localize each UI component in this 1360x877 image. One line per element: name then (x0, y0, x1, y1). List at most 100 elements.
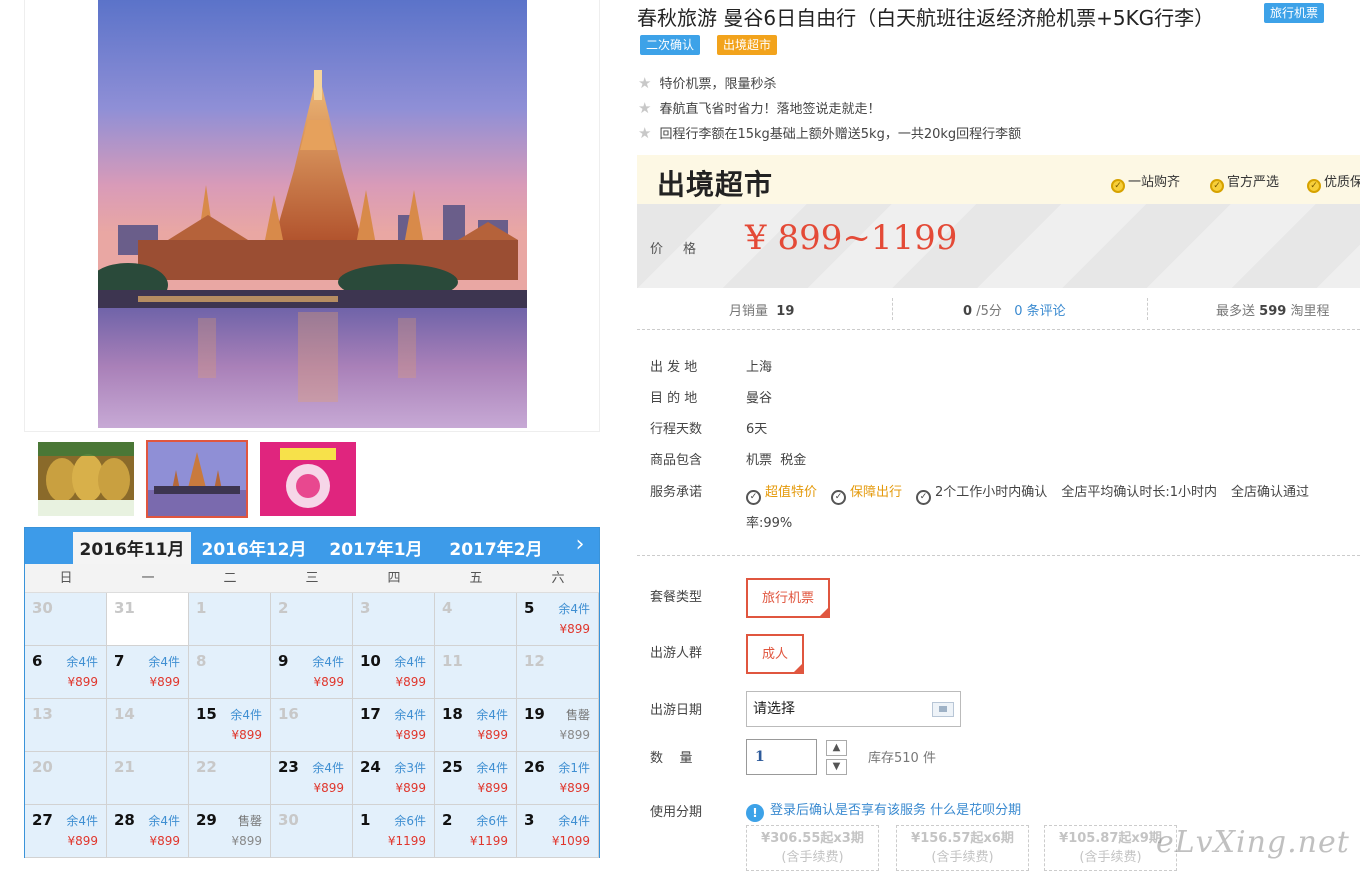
plan-6-fee-note: (含手续费) (931, 850, 994, 865)
reviews-link[interactable]: 0 条评论 (1014, 304, 1065, 319)
calendar-day-cell[interactable]: 26 余1件 ¥899 (517, 752, 599, 805)
attr-includes-label: 商品包含 (650, 453, 703, 468)
calendar-day-cell[interactable]: 23 余4件 ¥899 (271, 752, 353, 805)
day-price: ¥899 (231, 834, 262, 848)
traveler-option-adult[interactable]: 成人 (746, 634, 805, 674)
tab-2017-02[interactable]: 2017年2月 (441, 532, 551, 564)
quantity-increase-button[interactable]: ▲ (826, 740, 847, 756)
installment-label: 使用分期 (650, 805, 703, 820)
calendar-day-cell[interactable]: 17 余4件 ¥899 (353, 699, 435, 752)
calendar-day-cell: 21 (107, 752, 189, 805)
calendar-day-cell[interactable]: 9 余4件 ¥899 (271, 646, 353, 699)
calendar-day-number: 10 (360, 652, 381, 670)
calendar-day-number: 31 (114, 599, 135, 617)
check-circle-icon: ✓ (831, 490, 847, 505)
stock-remaining: 余3件 (394, 761, 426, 775)
day-price: ¥899 (559, 728, 590, 742)
attr-destination-value: 曼谷 (746, 391, 773, 406)
quantity-input[interactable]: 1 (746, 739, 817, 775)
calendar-icon[interactable] (932, 702, 954, 717)
service-guarantee-text: 保障出行 (850, 485, 903, 500)
package-option-flight[interactable]: 旅行机票 (746, 578, 831, 618)
rating-suffix: /5分 (976, 304, 1002, 319)
thumbnail-1[interactable] (38, 442, 134, 516)
calendar-day-cell[interactable]: 2 余6件 ¥1199 (435, 805, 517, 858)
calendar-day-cell[interactable]: 1 余6件 ¥1199 (353, 805, 435, 858)
calendar-day-cell[interactable]: 10 余4件 ¥899 (353, 646, 435, 699)
attr-duration: 行程天数 6天 (650, 418, 767, 437)
attr-departure-label: 出 发 地 (650, 360, 698, 375)
product-title: 春秋旅游 曼谷6日自由行（白天航班往返经济舱机票+5KG行李） (637, 6, 1215, 30)
quantity-decrease-button[interactable]: ▼ (826, 759, 847, 775)
tab-2016-11[interactable]: 2016年11月 (73, 532, 191, 564)
installment-login-link[interactable]: 登录后确认是否享有该服务 (770, 803, 926, 818)
calendar-day-cell[interactable]: 19 售罄 ¥899 (517, 699, 599, 752)
calendar-day-cell: 13 (25, 699, 107, 752)
calendar-day-cell[interactable]: 7 余4件 ¥899 (107, 646, 189, 699)
attr-duration-label: 行程天数 (650, 422, 703, 437)
monthly-sales: 月销量 19 (729, 300, 794, 319)
calendar-month-tabs: 2016年11月 2016年12月 2017年1月 2017年2月 › (25, 528, 599, 564)
calendar-day-number: 9 (278, 652, 289, 670)
service-value-price-text: 超值特价 (765, 485, 818, 500)
installment-plan-6[interactable]: ¥156.57起x6期 (含手续费) (896, 825, 1029, 871)
calendar-day-cell[interactable]: 27 余4件 ¥899 (25, 805, 107, 858)
calendar-day-cell: 22 (189, 752, 271, 805)
mileage-prefix: 最多送 (1216, 304, 1256, 319)
tab-2017-01[interactable]: 2017年1月 (321, 532, 431, 564)
attr-destination: 目 的 地 曼谷 (650, 387, 772, 406)
attr-includes-value: 机票 税金 (746, 453, 807, 468)
installment-plan-3[interactable]: ¥306.55起x3期 (含手续费) (746, 825, 879, 871)
attr-services: 服务承诺 ✓ 超值特价 ✓ 保障出行 ✓ 2个工作小时内确认 全店平均确认时长:1小时内 全店确… (650, 481, 1309, 505)
attr-services-label: 服务承诺 (650, 485, 703, 500)
calendar-day-cell[interactable]: 18 余4件 ¥899 (435, 699, 517, 752)
day-price: ¥899 (149, 675, 180, 689)
confirm-rate-prefix: 全店确认通过 (1230, 485, 1309, 500)
stock-remaining: 余4件 (312, 761, 344, 775)
section-divider (637, 555, 1360, 556)
calendar-day-cell[interactable]: 29 售罄 ¥899 (189, 805, 271, 858)
plan-9-fee-note: (含手续费) (1079, 850, 1142, 865)
calendar-day-number: 3 (360, 599, 371, 617)
chevron-right-icon[interactable]: › (570, 532, 590, 558)
stock-remaining: 余4件 (558, 814, 590, 828)
thumbnail-3[interactable] (260, 442, 356, 516)
tag-outbound-market: 出境超市 (717, 35, 778, 55)
stock-remaining: 余4件 (66, 655, 98, 669)
thumbnail-1-image (38, 442, 134, 516)
calendar-day-number: 16 (278, 705, 299, 723)
calendar-day-cell[interactable]: 5 余4件 ¥899 (517, 593, 599, 646)
stock-count: 库存510 件 (868, 751, 936, 766)
mileage-value: 599 (1259, 304, 1287, 319)
day-price: ¥899 (395, 781, 426, 795)
market-logo: 出境超市 (657, 168, 774, 201)
calendar-day-cell[interactable]: 28 余4件 ¥899 (107, 805, 189, 858)
calendar-day-cell[interactable]: 3 余4件 ¥1099 (517, 805, 599, 858)
installment-help-link[interactable]: 什么是花呗分期 (930, 803, 1021, 818)
calendar-day-cell[interactable]: 15 余4件 ¥899 (189, 699, 271, 752)
rating: 0 /5分 0 条评论 (963, 300, 1066, 319)
feature-3-text: 回程行李额在15kg基础上额外赠送5kg，一共20kg回程行李额 (659, 127, 1022, 142)
calendar-day-cell: 8 (189, 646, 271, 699)
calendar-day-number: 5 (524, 599, 535, 617)
tab-2016-12[interactable]: 2016年12月 (195, 532, 313, 564)
weekday-label: 日 (59, 571, 73, 586)
calendar-day-cell[interactable]: 24 余3件 ¥899 (353, 752, 435, 805)
installment-info: ! 登录后确认是否享有该服务 什么是花呗分期 (746, 799, 1021, 822)
check-badge-icon: ✓ (1111, 179, 1125, 193)
selected-corner-check-icon (792, 662, 805, 674)
day-price: ¥1199 (469, 834, 508, 848)
perk-quality-guarantee: ✓优质保障 (1307, 171, 1360, 193)
calendar-day-cell[interactable]: 6 余4件 ¥899 (25, 646, 107, 699)
calendar-day-cell[interactable]: 25 余4件 ¥899 (435, 752, 517, 805)
perk-one-stop-text: 一站购齐 (1128, 175, 1181, 190)
day-price: ¥899 (149, 834, 180, 848)
thumbnail-2-selected[interactable] (146, 440, 248, 518)
calendar-day-number: 6 (32, 652, 43, 670)
travel-date-picker[interactable]: 请选择 (746, 691, 961, 727)
stock-remaining: 余4件 (148, 814, 180, 828)
price-value: ¥ 899~1199 (745, 218, 958, 258)
stock-remaining: 余1件 (558, 761, 590, 775)
attr-departure-value: 上海 (746, 360, 773, 375)
calendar-day-cell: 1 (189, 593, 271, 646)
